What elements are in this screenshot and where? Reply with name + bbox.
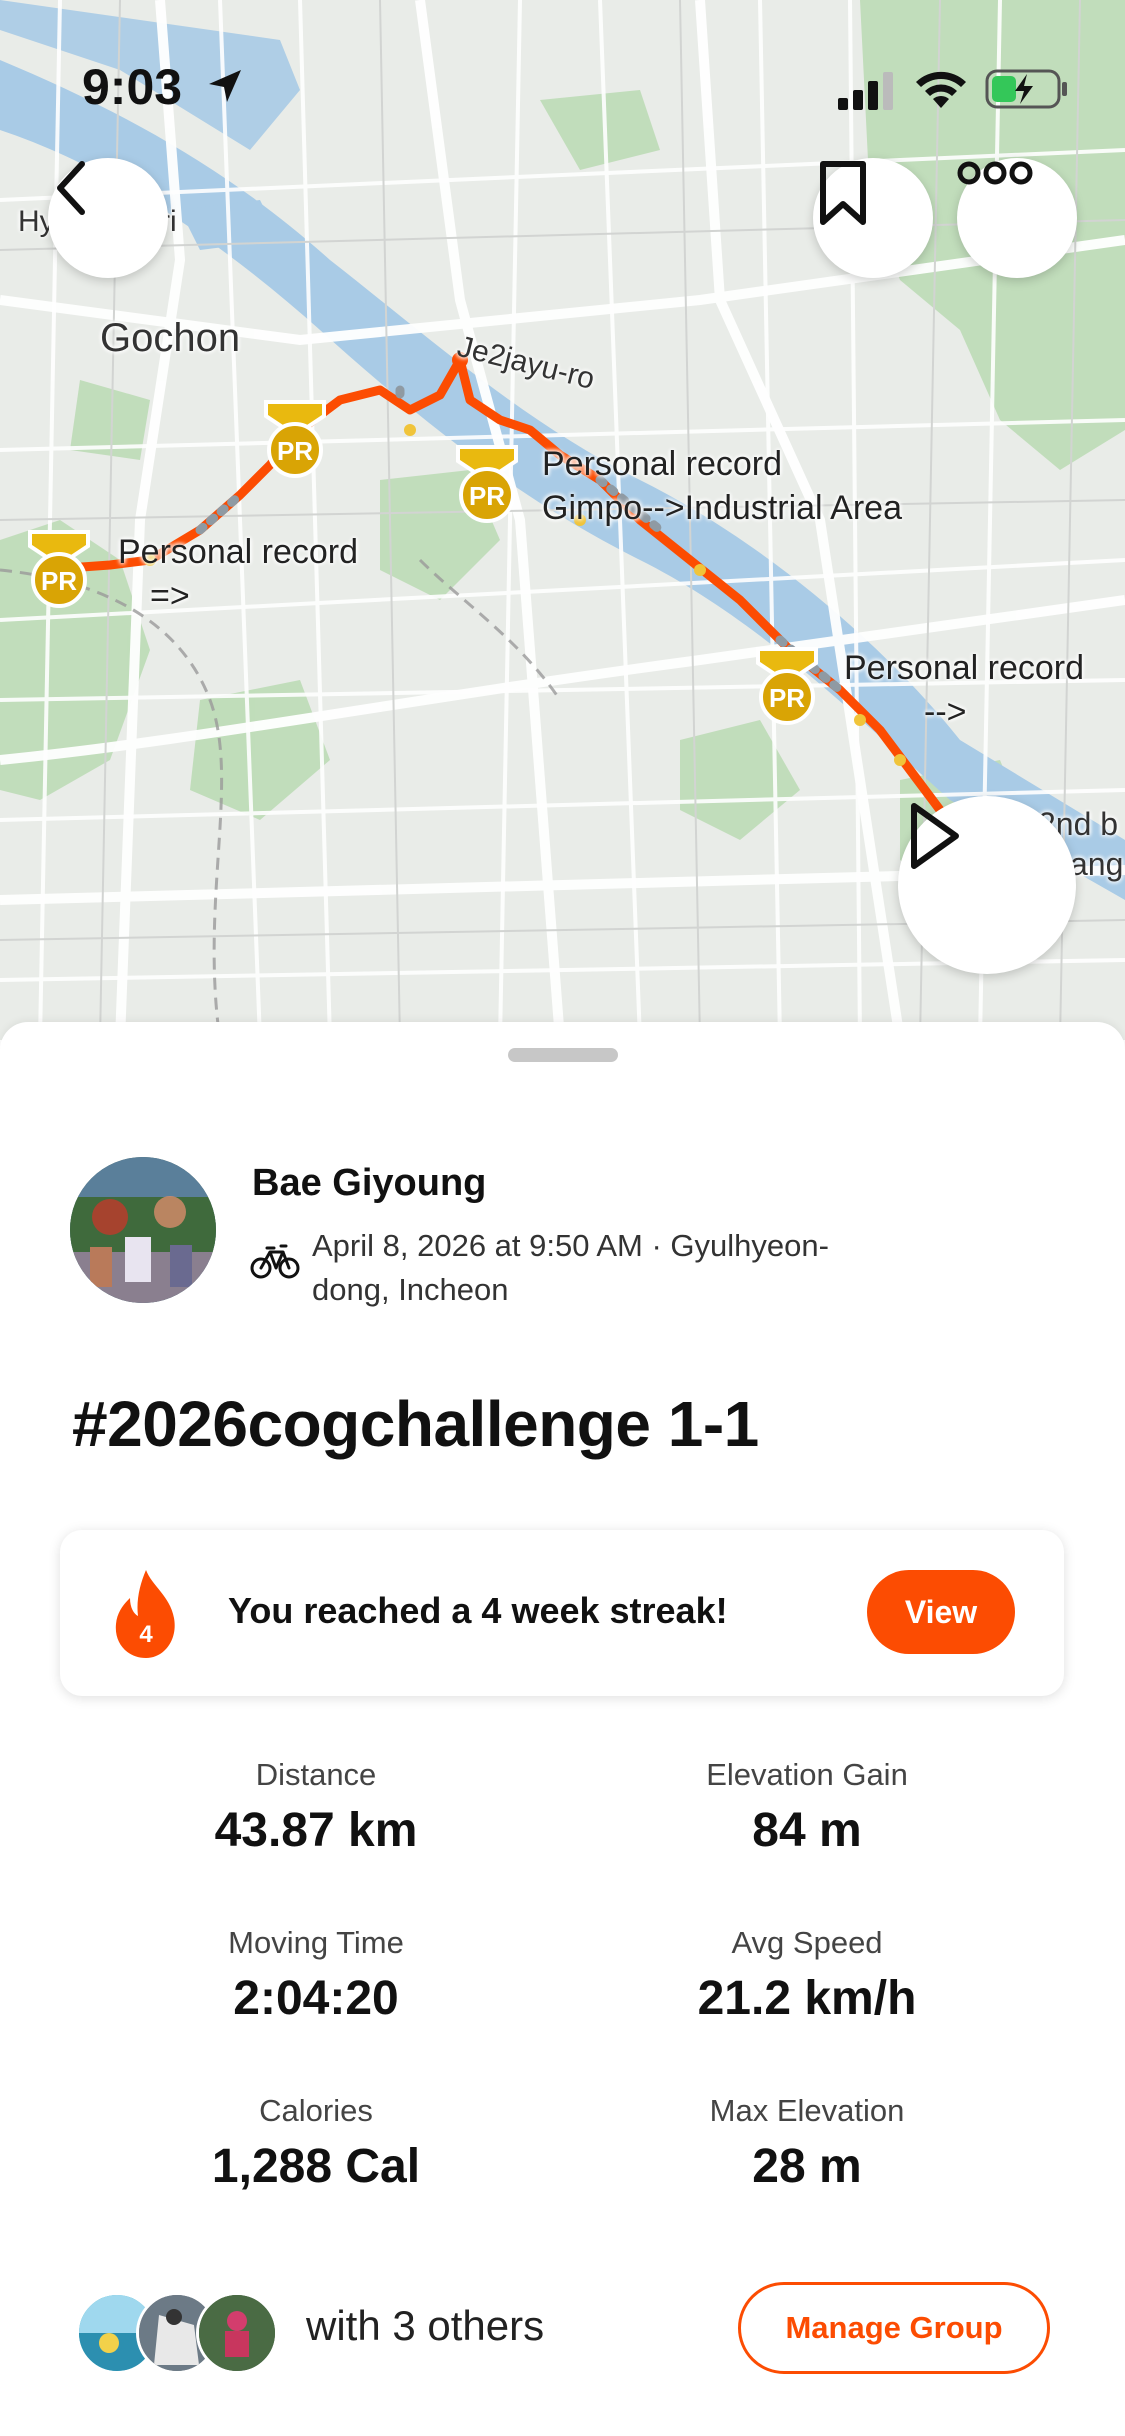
pr-medal-icon: PR: [264, 400, 326, 478]
stat-distance: Distance 43.87 km: [66, 1757, 566, 1858]
view-streak-button[interactable]: View: [867, 1570, 1015, 1654]
stat-value: 43.87 km: [214, 1804, 418, 1857]
pr-label-title: Personal record: [844, 649, 1085, 687]
group-members-text[interactable]: with 3 others: [306, 2302, 544, 2350]
bike-icon: [250, 1244, 300, 1279]
svg-text:PR: PR: [769, 683, 805, 713]
stat-max-elevation: Max Elevation 28 m: [557, 2093, 1057, 2194]
stat-label: Avg Speed: [731, 1925, 883, 1960]
manage-group-button[interactable]: Manage Group: [738, 2282, 1050, 2374]
svg-text:4: 4: [139, 1621, 153, 1648]
pr-badge[interactable]: PR: [24, 528, 94, 610]
avatar-photo: [70, 1157, 216, 1303]
stat-value: 2:04:20: [233, 1972, 399, 2025]
navigation-arrow-icon: [209, 70, 241, 102]
wifi-icon: [916, 71, 966, 108]
play-flyover-button[interactable]: [898, 796, 1076, 974]
stat-moving-time: Moving Time 2:04:20: [66, 1925, 566, 2026]
more-options-button[interactable]: [957, 158, 1077, 278]
stat-calories: Calories 1,288 Cal: [66, 2093, 566, 2194]
pr-badge[interactable]: PR: [752, 645, 822, 727]
athlete-avatar[interactable]: [70, 1157, 216, 1303]
pr-medal-icon: PR: [456, 445, 518, 523]
stat-elevation-gain: Elevation Gain 84 m: [557, 1757, 1057, 1858]
pr-label-title: Personal record: [118, 533, 359, 571]
svg-text:PR: PR: [469, 481, 505, 511]
pr-medal-icon: PR: [756, 647, 818, 725]
svg-text:PR: PR: [41, 566, 77, 596]
group-avatars[interactable]: [76, 2292, 278, 2374]
streak-card[interactable]: 4 You reached a 4 week streak! View: [60, 1530, 1064, 1696]
stat-label: Calories: [259, 2093, 373, 2128]
bookmark-button[interactable]: [813, 158, 933, 278]
bookmark-icon: [820, 161, 866, 225]
stat-value: 21.2 km/h: [697, 1972, 917, 2025]
back-button[interactable]: [48, 158, 168, 278]
pr-medal-icon: PR: [28, 530, 90, 608]
stat-label: Moving Time: [228, 1925, 404, 1960]
streak-message: You reached a 4 week streak!: [228, 1590, 728, 1631]
pr-label-segment: Gimpo-->Industrial Area: [542, 489, 902, 527]
play-icon: [911, 803, 959, 869]
back-chevron-icon: [57, 161, 85, 215]
sheet-drag-handle[interactable]: [508, 1048, 618, 1062]
stat-label: Max Elevation: [709, 2093, 905, 2128]
pr-label: Personal record =>: [118, 530, 358, 618]
pr-badge[interactable]: PR: [260, 398, 330, 480]
stat-label: Elevation Gain: [706, 1757, 908, 1792]
activity-date-location: April 8, 2026 at 9:50 AM · Gyulhyeon-don…: [312, 1228, 829, 1307]
pr-label: Personal record Gimpo-->Industrial Area: [542, 442, 902, 530]
battery-charging-icon: [985, 69, 1067, 109]
stat-value: 28 m: [752, 2140, 862, 2193]
stat-value: 84 m: [752, 1804, 862, 1857]
stat-value: 1,288 Cal: [211, 2140, 421, 2193]
avatar: [196, 2292, 278, 2374]
stat-label: Distance: [255, 1757, 377, 1792]
more-icon: [957, 161, 1033, 185]
signal-icon: [838, 72, 893, 110]
pr-label-segment: =>: [150, 577, 190, 615]
flame-icon: 4: [115, 1570, 175, 1658]
status-bar: 9:03: [0, 0, 1125, 170]
svg-text:PR: PR: [277, 436, 313, 466]
stat-avg-speed: Avg Speed 21.2 km/h: [557, 1925, 1057, 2026]
pr-badge[interactable]: PR: [452, 443, 522, 525]
status-time: 9:03: [82, 59, 183, 115]
pr-label-title: Personal record: [542, 445, 783, 483]
activity-title: #2026cogchallenge 1-1: [72, 1388, 759, 1460]
map-label-ang: ang: [1070, 846, 1124, 882]
map-label-gochon: Gochon: [100, 316, 241, 360]
athlete-name[interactable]: Bae Giyoung: [252, 1162, 486, 1205]
pr-label: Personal record -->: [844, 646, 1084, 734]
activity-sheet: Bae Giyoung April 8, 2026 at 9:50 AM · G…: [0, 1022, 1125, 2436]
route-map[interactable]: Hy -ri Gochon Je2jayu-ro 2nd b ang PR PR…: [0, 0, 1125, 1040]
pr-label-segment: -->: [924, 693, 967, 731]
